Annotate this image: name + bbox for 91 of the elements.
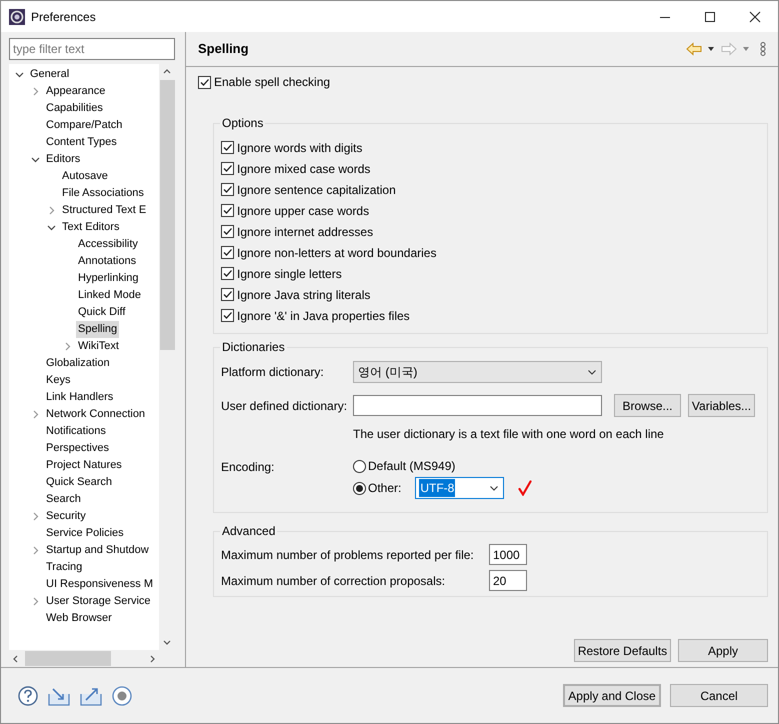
tree-item[interactable]: Autosave bbox=[62, 168, 108, 185]
tree-item[interactable]: Spelling bbox=[76, 320, 120, 338]
number-field[interactable]: 1000 bbox=[489, 544, 527, 565]
tree-item[interactable]: Service Policies bbox=[46, 524, 124, 542]
tree-item[interactable]: Text Editors bbox=[62, 218, 120, 236]
checkbox-label: Ignore single letters bbox=[237, 266, 342, 282]
check-mark-icon bbox=[518, 480, 532, 496]
field-label: Encoding: bbox=[221, 459, 276, 476]
dropdown[interactable]: 영어 (미국) bbox=[353, 360, 602, 382]
checkbox[interactable] bbox=[221, 204, 234, 217]
field-label: Maximum number of correction proposals: bbox=[221, 572, 446, 590]
checkbox[interactable] bbox=[221, 141, 234, 154]
page-title: Spelling bbox=[198, 40, 249, 58]
view-menu-icon[interactable] bbox=[760, 42, 766, 56]
close-icon[interactable] bbox=[749, 10, 761, 22]
radio-button[interactable] bbox=[353, 482, 366, 494]
field-label: Platform dictionary: bbox=[221, 364, 325, 380]
tree-item[interactable]: Linked Mode bbox=[78, 286, 141, 304]
tree-item[interactable]: Keys bbox=[46, 372, 70, 389]
tree-item[interactable]: Quick Search bbox=[46, 474, 112, 491]
tree-item[interactable]: File Associations bbox=[62, 184, 144, 202]
dropdown-icon[interactable] bbox=[707, 45, 715, 53]
checkbox-label: Ignore words with digits bbox=[237, 140, 362, 156]
window-title: Preferences bbox=[31, 8, 96, 26]
button[interactable]: Apply and Close bbox=[563, 684, 661, 707]
tree-item[interactable]: Network Connection bbox=[46, 406, 146, 423]
tree-item[interactable]: UI Responsiveness M bbox=[46, 576, 153, 593]
dropdown[interactable]: UTF-8 bbox=[415, 477, 504, 499]
checkbox-label: Ignore internet addresses bbox=[237, 224, 374, 240]
tree-item[interactable]: Security bbox=[46, 508, 86, 525]
button[interactable]: Browse... bbox=[614, 394, 681, 417]
tree-item[interactable]: Hyperlinking bbox=[78, 270, 139, 287]
checkbox-label: Ignore sentence capitalization bbox=[237, 182, 396, 198]
radio-button[interactable] bbox=[353, 460, 366, 472]
checkbox[interactable] bbox=[221, 288, 234, 301]
app-icon bbox=[9, 8, 25, 24]
import-icon[interactable] bbox=[48, 686, 70, 706]
button[interactable]: Variables... bbox=[688, 394, 755, 417]
radio-label: Other: bbox=[368, 480, 402, 497]
radio-label: Default (MS949) bbox=[368, 458, 456, 475]
checkbox[interactable] bbox=[221, 267, 234, 280]
checkbox[interactable] bbox=[221, 183, 234, 196]
scrollbar-thumb[interactable] bbox=[25, 651, 111, 666]
help-icon[interactable] bbox=[18, 686, 38, 706]
tree-item[interactable]: Content Types bbox=[46, 134, 117, 151]
number-field[interactable]: 20 bbox=[489, 570, 527, 591]
checkbox-label: Ignore upper case words bbox=[237, 202, 370, 220]
checkbox-label: Ignore '&' in Java properties files bbox=[237, 308, 410, 324]
checkbox[interactable] bbox=[221, 309, 234, 322]
maximize-icon[interactable] bbox=[704, 10, 716, 22]
tree-item[interactable]: Capabilities bbox=[46, 100, 103, 117]
checkbox-label: Ignore non-letters at word boundaries bbox=[237, 244, 436, 262]
tree-item[interactable]: User Storage Service bbox=[46, 592, 151, 610]
tree-item[interactable]: Structured Text E bbox=[62, 202, 146, 219]
button[interactable]: Cancel bbox=[670, 684, 768, 707]
export-icon[interactable] bbox=[80, 686, 102, 706]
tree-item[interactable]: Search bbox=[46, 490, 81, 508]
button[interactable]: Apply bbox=[678, 639, 768, 662]
tree-item[interactable]: Compare/Patch bbox=[46, 116, 122, 134]
group-title: Options bbox=[220, 115, 266, 131]
checkbox-label: Ignore Java string literals bbox=[237, 286, 370, 304]
tree-item[interactable]: WikiText bbox=[78, 338, 119, 355]
record-icon[interactable] bbox=[112, 686, 132, 706]
tree-item[interactable]: General bbox=[30, 66, 70, 83]
tree-item[interactable]: Appearance bbox=[46, 82, 106, 100]
checkbox-label: Enable spell checking bbox=[214, 74, 330, 91]
checkbox[interactable] bbox=[221, 246, 234, 259]
hint-text: The user dictionary is a text file with one word on each line bbox=[353, 426, 664, 441]
scrollbar-thumb[interactable] bbox=[160, 80, 174, 350]
field-label: Maximum number of problems reported per file: bbox=[221, 546, 475, 564]
checkbox[interactable] bbox=[221, 162, 234, 175]
text-field[interactable] bbox=[353, 395, 602, 416]
tree-item[interactable]: Web Browser bbox=[46, 610, 112, 627]
tree-item[interactable]: Link Handlers bbox=[46, 388, 114, 406]
tree-item[interactable]: Perspectives bbox=[46, 440, 109, 457]
field-label: User defined dictionary: bbox=[221, 398, 348, 414]
tree-item[interactable]: Annotations bbox=[78, 252, 136, 270]
filter-field[interactable]: type filter text bbox=[9, 38, 175, 60]
checkbox-label: Ignore mixed case words bbox=[237, 160, 370, 178]
tree-item[interactable]: Notifications bbox=[46, 422, 106, 440]
tree-item[interactable]: Editors bbox=[46, 150, 80, 168]
chevron-down-icon bbox=[489, 483, 500, 493]
button[interactable]: Restore Defaults bbox=[574, 639, 671, 662]
checkbox[interactable] bbox=[198, 76, 211, 88]
tree-item[interactable]: Globalization bbox=[46, 354, 110, 372]
tree-item[interactable]: Tracing bbox=[46, 558, 82, 576]
tree-item[interactable]: Accessibility bbox=[78, 236, 138, 253]
tree-item[interactable]: Project Natures bbox=[46, 456, 122, 474]
tree-item[interactable]: Startup and Shutdow bbox=[46, 542, 149, 559]
tree-item[interactable]: Quick Diff bbox=[78, 304, 126, 321]
checkbox[interactable] bbox=[221, 225, 234, 238]
